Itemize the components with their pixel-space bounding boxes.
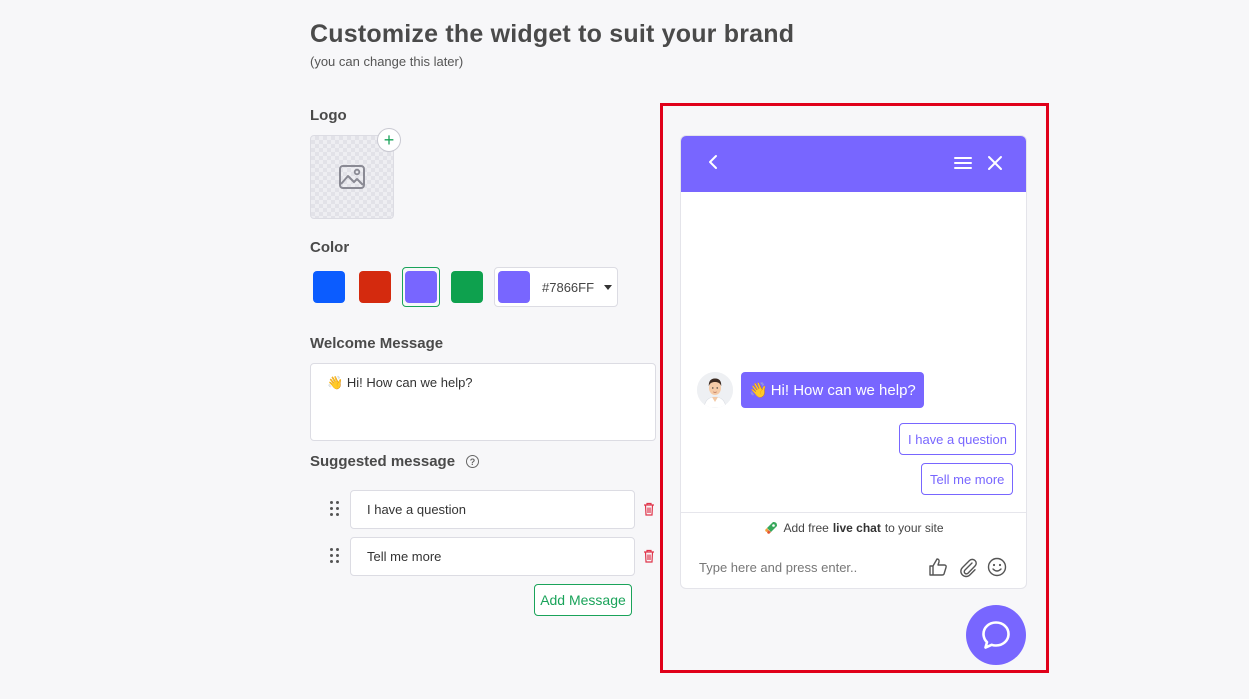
- chat-widget-preview: 👋 Hi! How can we help? I have a question…: [680, 135, 1027, 589]
- suggested-message-text: Tell me more: [367, 549, 442, 564]
- page-title: Customize the widget to suit your brand: [310, 20, 795, 48]
- back-icon[interactable]: [705, 152, 721, 172]
- color-swatch-red[interactable]: [359, 271, 391, 303]
- drag-handle-icon[interactable]: [330, 548, 340, 564]
- paperclip-icon[interactable]: [957, 556, 979, 578]
- page-subtitle: (you can change this later): [310, 54, 464, 69]
- rocket-icon: [765, 522, 778, 534]
- powered-prefix: Add free: [783, 521, 829, 535]
- powered-suffix: to your site: [884, 521, 944, 535]
- color-swatch-green[interactable]: [451, 271, 483, 303]
- custom-color-chip: [498, 271, 530, 303]
- emoji-icon[interactable]: [986, 556, 1008, 578]
- help-icon[interactable]: ?: [466, 455, 479, 468]
- logo-add-button[interactable]: +: [377, 128, 401, 152]
- quick-reply-option-1[interactable]: I have a question: [899, 423, 1017, 455]
- menu-icon[interactable]: [953, 154, 973, 172]
- thumbs-up-icon[interactable]: [927, 556, 949, 578]
- suggested-message-text: I have a question: [367, 502, 467, 517]
- welcome-message-label: Welcome Message: [310, 335, 444, 352]
- avatar: [697, 372, 733, 408]
- powered-by-line[interactable]: Add free live chat to your site: [681, 520, 1026, 536]
- wave-emoji-icon: 👋: [749, 382, 768, 399]
- chat-bubble-icon: [982, 621, 1010, 649]
- welcome-message-text: Hi! How can we help?: [346, 375, 473, 390]
- add-message-button[interactable]: Add Message: [534, 584, 632, 616]
- color-label: Color: [310, 239, 350, 256]
- quick-reply-option-2[interactable]: Tell me more: [921, 463, 1014, 495]
- close-icon[interactable]: [986, 153, 1004, 173]
- trash-icon[interactable]: [643, 549, 655, 563]
- trash-icon[interactable]: [643, 502, 655, 516]
- chat-launcher-button[interactable]: [966, 605, 1026, 665]
- custom-color-hex: #7866FF: [542, 279, 595, 295]
- color-swatch-purple[interactable]: [405, 271, 437, 303]
- suggested-message-input-2[interactable]: Tell me more: [350, 537, 635, 576]
- logo-label: Logo: [310, 107, 347, 124]
- suggested-message-input-1[interactable]: I have a question: [350, 490, 635, 529]
- plus-icon: +: [383, 130, 395, 150]
- suggested-message-label: Suggested message: [310, 453, 456, 470]
- widget-header: [681, 136, 1026, 192]
- chevron-down-icon: [604, 284, 613, 290]
- image-placeholder-icon: [339, 165, 365, 189]
- greeting-text: Hi! How can we help?: [770, 381, 916, 399]
- composer-input[interactable]: Type here and press enter..: [699, 560, 857, 575]
- greeting-bubble: 👋 Hi! How can we help?: [741, 372, 924, 408]
- widget-divider: [681, 512, 1026, 513]
- drag-handle-icon[interactable]: [330, 501, 340, 517]
- color-swatch-blue[interactable]: [313, 271, 345, 303]
- wave-emoji-icon: 👋: [327, 375, 344, 390]
- welcome-message-input[interactable]: 👋 Hi! How can we help?: [310, 363, 656, 441]
- custom-color-picker[interactable]: #7866FF: [494, 267, 618, 307]
- powered-strong: live chat: [832, 521, 881, 535]
